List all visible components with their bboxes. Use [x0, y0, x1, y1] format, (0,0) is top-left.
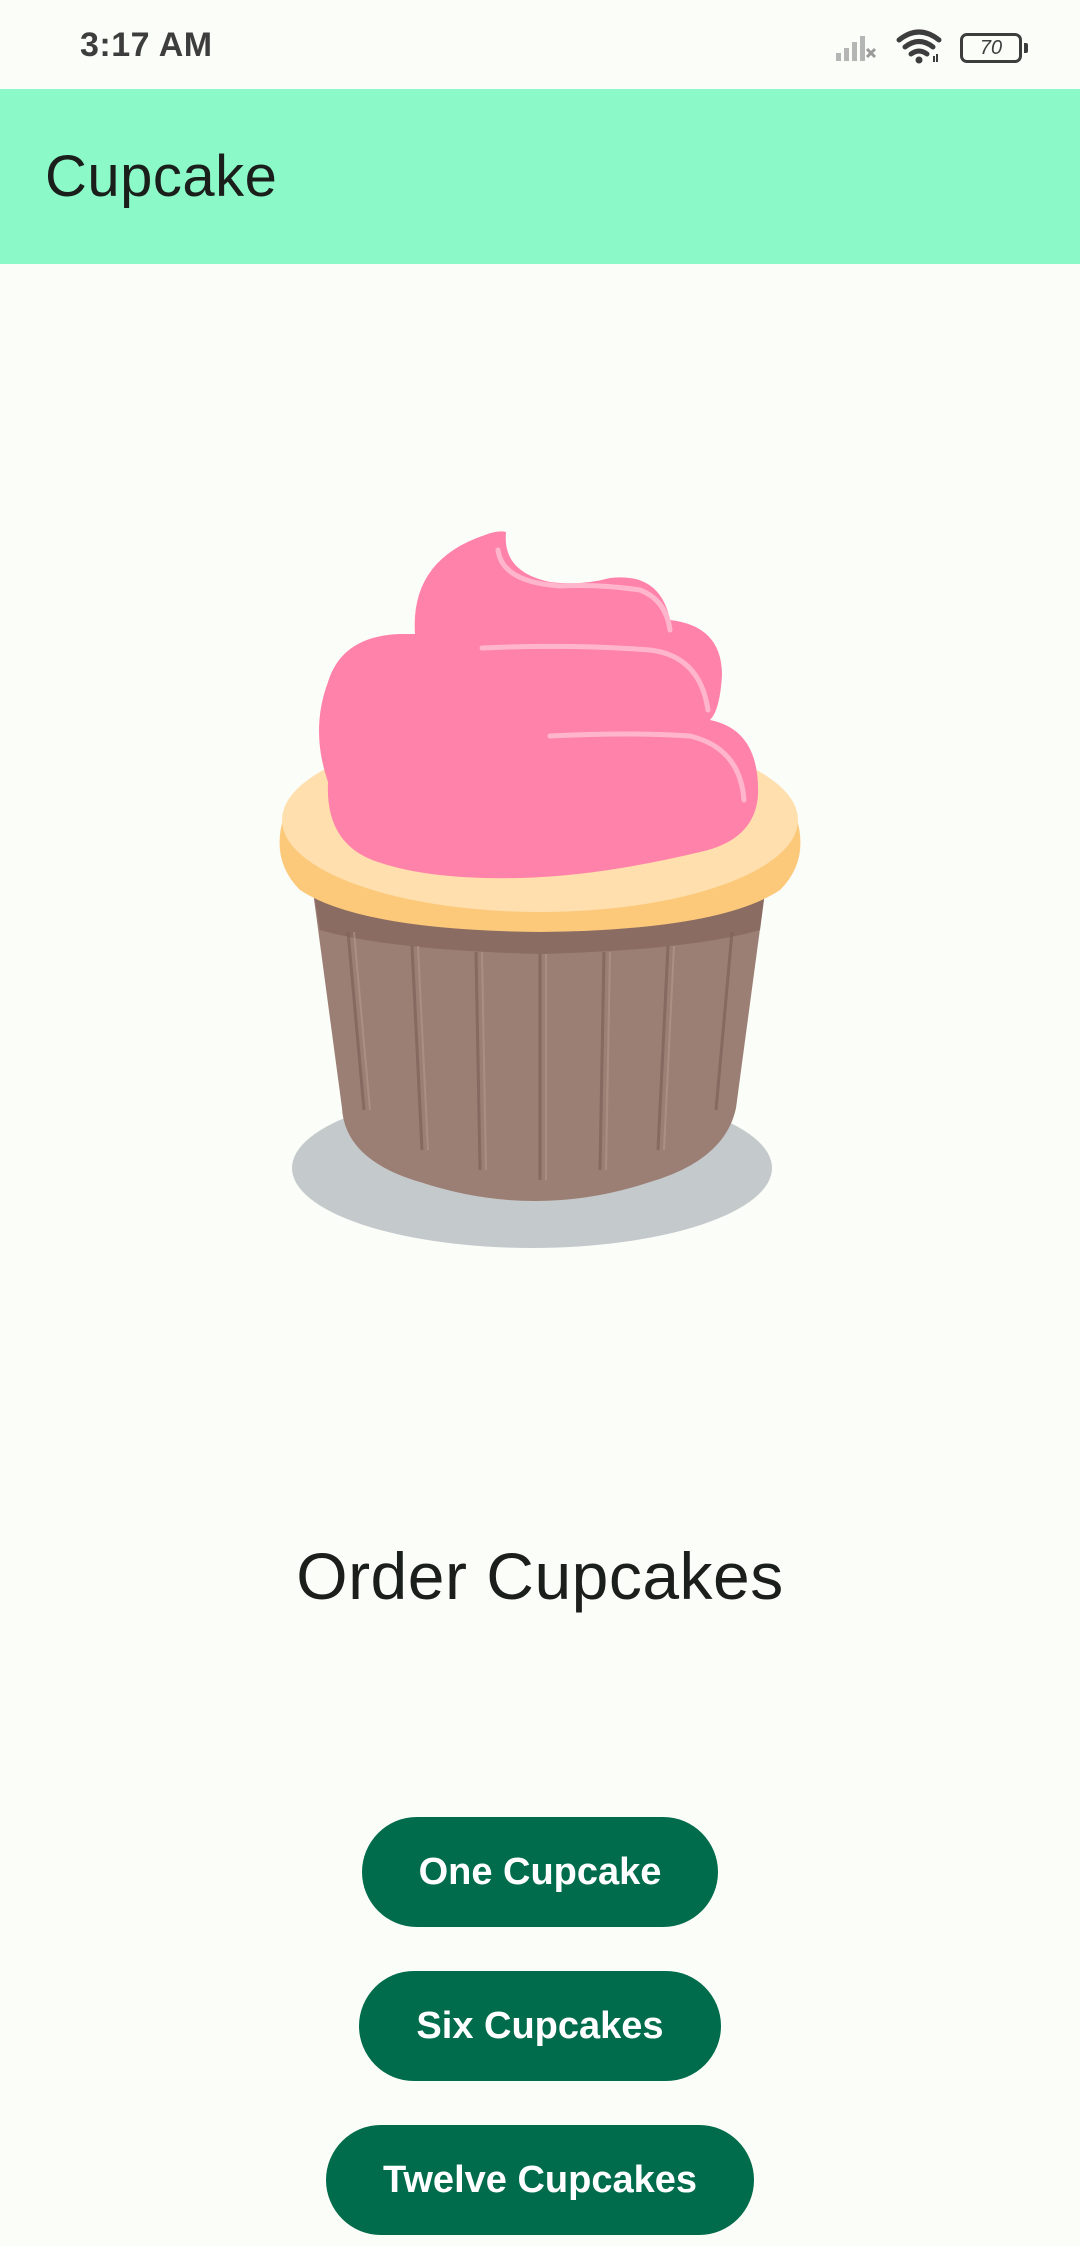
- order-cupcakes-heading: Order Cupcakes: [296, 1539, 784, 1613]
- app-title: Cupcake: [45, 144, 278, 209]
- six-cupcakes-button[interactable]: Six Cupcakes: [359, 1971, 721, 2081]
- battery-level: 70: [979, 36, 1003, 59]
- cupcake-image: [270, 520, 810, 1260]
- app-bar: Cupcake: [0, 89, 1080, 264]
- signal-off-icon: [834, 29, 878, 68]
- one-cupcake-button[interactable]: One Cupcake: [362, 1817, 718, 1927]
- status-time: 3:17 AM: [80, 26, 213, 64]
- status-bar: 3:17 AM 70: [0, 0, 1080, 89]
- status-icons: 70: [834, 28, 1028, 69]
- wifi-icon: [896, 28, 942, 69]
- battery-icon: 70: [960, 33, 1028, 63]
- twelve-cupcakes-button[interactable]: Twelve Cupcakes: [326, 2125, 754, 2235]
